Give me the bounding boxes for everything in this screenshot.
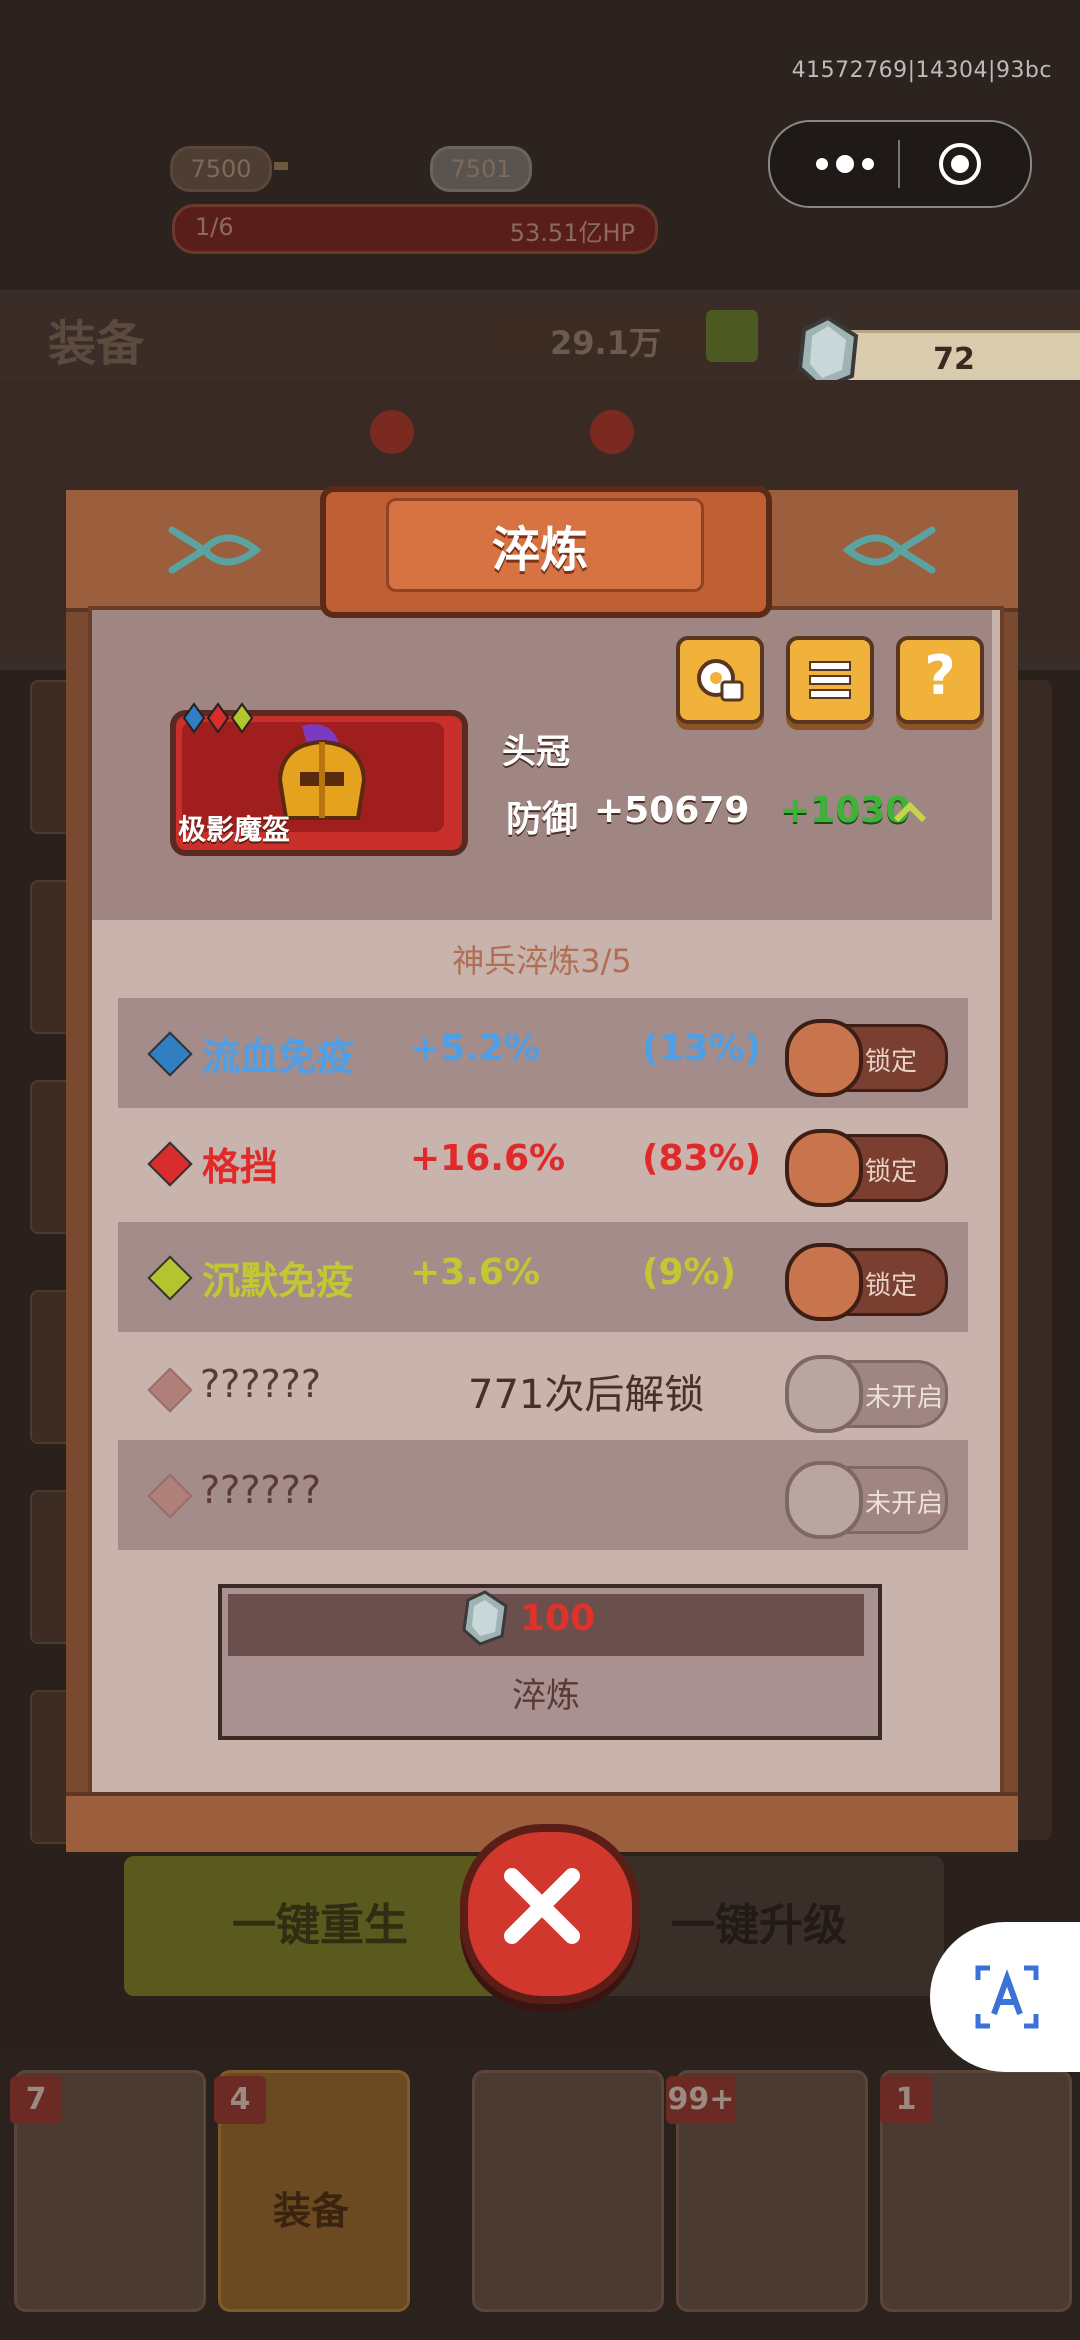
alert-icon xyxy=(370,410,414,454)
tab-equipment-label: 装备 xyxy=(272,2189,349,2233)
translate-icon xyxy=(975,1965,1039,2029)
item-name: 极影魔盔 xyxy=(178,813,291,846)
list-button[interactable] xyxy=(786,636,874,724)
attribute-value: +16.6% xyxy=(410,1138,566,1179)
lock-button-label: 锁定 xyxy=(865,1157,918,1187)
close-miniprogram-icon[interactable] xyxy=(938,142,982,186)
more-icon[interactable] xyxy=(810,146,880,182)
tab-badge: 99+ xyxy=(666,2076,736,2124)
item-slot: 头冠 xyxy=(502,732,570,772)
unlock-hint: 771次后解锁 xyxy=(468,1372,705,1418)
tab-badge: 7 xyxy=(10,2076,62,2124)
item-stat-bonus: +1030 xyxy=(780,790,911,831)
attribute-row: 格挡 +16.6% (83%) 锁定 xyxy=(118,1108,968,1218)
gem-blue-icon xyxy=(147,1031,193,1077)
locked-attribute-name: ?????? xyxy=(200,1362,322,1406)
question-icon xyxy=(785,1355,863,1433)
power-value: 29.1万 xyxy=(550,324,661,362)
alert-icon xyxy=(590,410,634,454)
right-side-panel xyxy=(1012,680,1052,1840)
attribute-name: 格挡 xyxy=(202,1145,279,1189)
one-click-rebirth-button[interactable]: 一键重生 xyxy=(124,1856,516,1996)
session-id: 41572769|14304|93bc xyxy=(791,58,1052,83)
help-button[interactable]: ? xyxy=(896,636,984,724)
locked-attribute-row: ?????? 771次后解锁 未开启 xyxy=(118,1334,968,1444)
refine-stone-icon xyxy=(797,316,859,390)
level-next: 7501 xyxy=(430,146,532,192)
tab-badge: 1 xyxy=(880,2076,932,2124)
boss-hp-bar: 1/6 53.51亿HP xyxy=(172,204,658,254)
boss-hp-text: 53.51亿HP xyxy=(509,219,635,247)
wave-counter: 1/6 xyxy=(195,213,234,241)
lock-settings-button[interactable] xyxy=(676,636,764,724)
tab-badge: 4 xyxy=(214,2076,266,2124)
lock-button-label: 锁定 xyxy=(865,1271,918,1301)
modal-title: 淬炼 xyxy=(491,522,588,578)
attribute-value: +5.2% xyxy=(410,1028,541,1069)
refine-button-label: 淬炼 xyxy=(512,1676,580,1716)
translate-button[interactable] xyxy=(930,1922,1080,2072)
gem-yellow-icon xyxy=(147,1255,193,1301)
close-button[interactable] xyxy=(460,1824,640,2004)
locked-slot-button: 未开启 xyxy=(785,1461,948,1539)
capsule-divider xyxy=(898,140,900,188)
locked-slot-button: 未开启 xyxy=(785,1355,948,1433)
level-progress-dot xyxy=(274,162,288,170)
level-current: 7500 xyxy=(170,146,272,192)
question-icon xyxy=(785,1461,863,1539)
lock-icon xyxy=(785,1019,863,1097)
attribute-row: 流血免疫 +5.2% (13%) 锁定 xyxy=(118,998,968,1108)
section-title: 装备 xyxy=(48,316,145,372)
gem-empty-icon xyxy=(147,1473,193,1519)
refine-cost: 100 xyxy=(520,1598,596,1639)
close-icon xyxy=(504,1868,580,1944)
mini-program-capsule[interactable] xyxy=(768,120,1032,208)
attribute-name: 流血免疫 xyxy=(202,1035,355,1079)
locked-slot-label: 未开启 xyxy=(865,1383,944,1413)
locked-attribute-row: ?????? 未开启 xyxy=(118,1440,968,1550)
gem-slots-icon xyxy=(182,702,254,734)
fish-icon xyxy=(842,526,936,574)
help-icon: ? xyxy=(924,644,956,707)
locked-attribute-name: ?????? xyxy=(200,1468,322,1512)
attribute-percent: (13%) xyxy=(642,1028,762,1069)
lock-button-label: 锁定 xyxy=(865,1047,918,1077)
lock-icon xyxy=(785,1243,863,1321)
gem-empty-icon xyxy=(147,1367,193,1413)
lock-button[interactable]: 锁定 xyxy=(785,1129,948,1207)
refine-progress-title: 神兵淬炼3/5 xyxy=(452,942,632,980)
fish-icon xyxy=(168,526,262,574)
menu-icon xyxy=(809,661,851,699)
lock-icon xyxy=(785,1129,863,1207)
chevron-up-icon xyxy=(893,801,927,823)
refine-stone-icon xyxy=(462,1590,508,1646)
tab-skills[interactable] xyxy=(472,2070,664,2312)
lock-button[interactable]: 锁定 xyxy=(785,1243,948,1321)
add-power-icon[interactable] xyxy=(706,310,758,362)
attribute-name: 沉默免疫 xyxy=(202,1259,355,1303)
lock-button[interactable]: 锁定 xyxy=(785,1019,948,1097)
attribute-percent: (83%) xyxy=(642,1138,762,1179)
item-stat-label: 防御 xyxy=(506,799,579,840)
attribute-percent: (9%) xyxy=(642,1252,737,1293)
gear-lock-icon xyxy=(697,659,744,702)
gem-red-icon xyxy=(147,1141,193,1187)
item-stat-value: +50679 xyxy=(594,790,750,831)
attribute-row: 沉默免疫 +3.6% (9%) 锁定 xyxy=(118,1222,968,1332)
locked-slot-label: 未开启 xyxy=(865,1489,944,1519)
attribute-value: +3.6% xyxy=(410,1252,541,1293)
